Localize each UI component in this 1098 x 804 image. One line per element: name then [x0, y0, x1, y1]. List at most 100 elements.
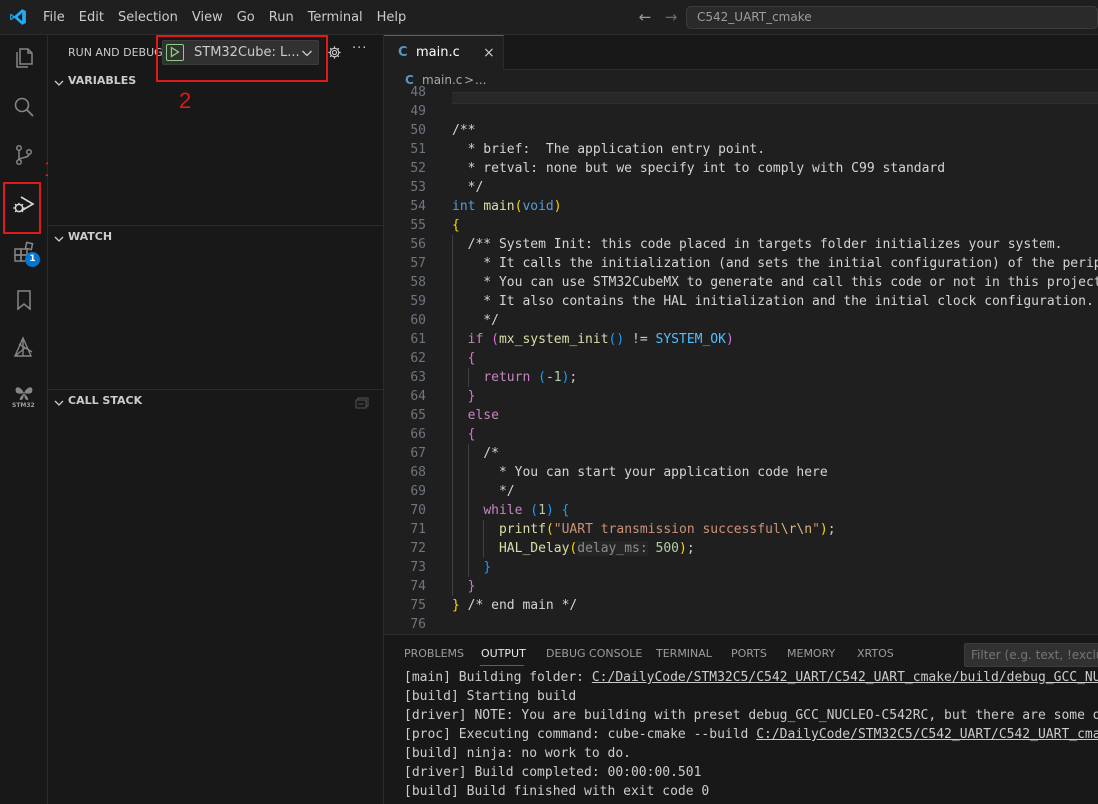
code-token: \r\n [780, 522, 813, 537]
code-token: - [545, 370, 554, 385]
menu-view[interactable]: View [185, 0, 230, 35]
menu-go[interactable]: Go [230, 0, 262, 35]
output-filter-input[interactable] [964, 643, 1098, 667]
code-token: * You can use STM32CubeMX to generate an… [452, 275, 1098, 290]
code-line: 63 return (-1); [384, 368, 1098, 387]
output-line: [build] ninja: no work to do. [404, 744, 1098, 763]
code-token: SYSTEM_OK [655, 332, 726, 347]
line-number: 65 [410, 408, 426, 423]
output-line: [proc] Executing command: cube-cmake --b… [404, 725, 1098, 744]
output-path-link[interactable]: C:/DailyCode/STM32C5/C542_UART/C542_UART… [592, 670, 1098, 685]
stm32-label: STM32 [12, 402, 35, 409]
editor-tab-bar: C main.c × [384, 35, 1098, 70]
tab-memory[interactable]: MEMORY [787, 647, 835, 660]
menu-bar: File Edit Selection View Go Run Terminal… [36, 0, 413, 35]
tab-ports[interactable]: PORTS [731, 647, 767, 660]
bookmark-icon[interactable] [12, 288, 36, 312]
watch-section-header[interactable]: WATCH [48, 226, 383, 248]
tab-debug-console[interactable]: DEBUG CONSOLE [546, 647, 642, 660]
tab-problems[interactable]: PROBLEMS [404, 647, 464, 660]
code-text: /* [452, 444, 499, 463]
back-arrow-icon[interactable]: ← [636, 8, 654, 26]
code-token: */ [452, 484, 515, 499]
watch-title: WATCH [68, 230, 113, 243]
code-token: 1 [538, 503, 546, 518]
menu-help[interactable]: Help [370, 0, 414, 35]
output-path-link[interactable]: C:/DailyCode/STM32C5/C542_UART/C542_UART… [756, 727, 1098, 742]
output-line: [build] Starting build [404, 687, 1098, 706]
menu-edit[interactable]: Edit [72, 0, 111, 35]
output-line: [driver] NOTE: You are building with pre… [404, 706, 1098, 725]
source-control-icon[interactable] [12, 143, 36, 167]
code-token: /* end main */ [467, 598, 578, 613]
output-text: [build] Build finished with exit code 0 [404, 784, 710, 799]
code-token: printf [498, 522, 546, 537]
code-token: /** [452, 123, 476, 138]
code-text: */ [452, 311, 499, 330]
code-line: 62 { [384, 349, 1098, 368]
code-token: " [812, 522, 820, 537]
code-text: return (-1); [452, 368, 577, 387]
code-token: while [483, 503, 523, 518]
code-line: 59 * It also contains the HAL initializa… [384, 292, 1098, 311]
line-number: 60 [410, 313, 426, 328]
breadcrumb-file[interactable]: main.c [422, 73, 462, 87]
code-token: ( [538, 370, 546, 385]
line-number: 68 [410, 465, 426, 480]
search-icon[interactable] [12, 95, 36, 119]
menu-selection[interactable]: Selection [111, 0, 185, 35]
code-token: { [467, 427, 476, 442]
forward-arrow-icon[interactable]: → [662, 8, 680, 26]
code-token: return [483, 370, 531, 385]
more-actions-icon[interactable]: ··· [352, 41, 367, 56]
menu-terminal[interactable]: Terminal [301, 0, 370, 35]
command-center-label: C542_UART_cmake [697, 10, 812, 24]
menu-file[interactable]: File [36, 0, 72, 35]
code-text: else [452, 406, 499, 425]
code-editor[interactable]: 48 49 50 /** 51 * brief: The application ent… [384, 86, 1098, 634]
collapse-all-icon[interactable] [355, 395, 369, 409]
code-token: ; [827, 522, 836, 537]
tab-xrtos[interactable]: XRTOS [857, 647, 894, 660]
code-token: main [483, 199, 515, 214]
code-line: 53 */ [384, 178, 1098, 197]
gear-icon[interactable] [327, 45, 342, 60]
command-center-search[interactable]: C542_UART_cmake [686, 6, 1098, 29]
code-token: ) [545, 503, 554, 518]
explorer-files-icon[interactable] [12, 46, 36, 70]
tab-output[interactable]: OUTPUT [481, 647, 526, 660]
code-line: 54 int main(void) [384, 197, 1098, 216]
line-number: 58 [410, 275, 426, 290]
code-token: void [522, 199, 554, 214]
line-number: 50 [410, 123, 426, 138]
menu-run[interactable]: Run [262, 0, 301, 35]
line-number: 56 [410, 237, 426, 252]
code-token: */ [452, 313, 499, 328]
line-number: 69 [410, 484, 426, 499]
line-number: 66 [410, 427, 426, 442]
call-stack-section-header[interactable]: CALL STACK [48, 390, 383, 412]
code-token: ( [491, 332, 499, 347]
code-text: while (1) { [452, 501, 569, 520]
c-file-icon: C [398, 45, 408, 60]
breadcrumb-symbol[interactable]: ... [475, 73, 486, 87]
output-line: [build] Build finished with exit code 0 [404, 782, 1098, 801]
code-line: 68 * You can start your application code… [384, 463, 1098, 482]
tab-terminal[interactable]: TERMINAL [656, 647, 712, 660]
code-line: 55 { [384, 216, 1098, 235]
output-line: [driver] Build completed: 00:00:00.501 [404, 763, 1098, 782]
code-text: * You can start your application code he… [452, 463, 828, 482]
line-number: 62 [410, 351, 426, 366]
code-line: 57 * It calls the initialization (and se… [384, 254, 1098, 273]
code-token: ) [679, 541, 687, 556]
line-number: 57 [410, 256, 426, 271]
stm32-cube-icon[interactable] [12, 336, 36, 360]
close-icon[interactable]: × [483, 45, 495, 61]
output-text: [driver] Build completed: 00:00:00.501 [404, 765, 702, 780]
stm32-butterfly-icon[interactable] [12, 381, 36, 403]
tab-main-c[interactable]: C main.c × [384, 35, 504, 70]
